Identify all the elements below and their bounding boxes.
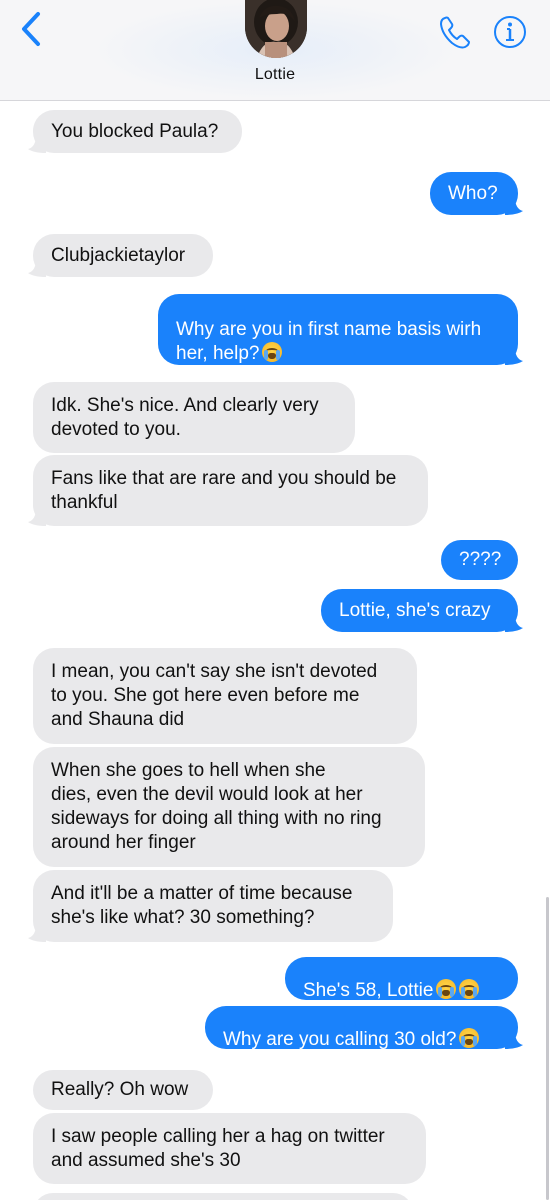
call-button[interactable] bbox=[438, 14, 472, 50]
message-text: Clubjackietaylor bbox=[51, 244, 186, 266]
bubble-tail bbox=[28, 135, 46, 153]
message-bubble[interactable]: Clubjackietaylor bbox=[28, 234, 213, 277]
contact-name[interactable]: Lottie bbox=[0, 66, 550, 84]
message-text: Why are you calling 30 old? bbox=[223, 1028, 457, 1050]
message-bubble[interactable]: Who? bbox=[430, 172, 523, 215]
bubble-tail bbox=[28, 508, 46, 526]
phone-icon bbox=[440, 16, 470, 49]
crying-face-emoji bbox=[459, 978, 480, 999]
message-text: Who? bbox=[448, 182, 498, 204]
message-text: Idk. She's nice. And clearly very devote… bbox=[51, 394, 319, 440]
crying-face-emoji bbox=[262, 341, 283, 362]
bubble-tail bbox=[28, 924, 46, 942]
message-text: I saw people calling her a hag on twitte… bbox=[51, 1125, 385, 1171]
bubble-tail bbox=[505, 614, 523, 632]
message-bubble[interactable]: When she goes to hell when she dies, eve… bbox=[33, 747, 425, 867]
crying-face-emoji bbox=[436, 978, 457, 999]
message-bubble[interactable]: You blocked Paula? bbox=[28, 110, 242, 153]
conversation-header: Lottie bbox=[0, 0, 550, 101]
scrollbar[interactable] bbox=[546, 897, 549, 1200]
bubble-tail bbox=[505, 1031, 523, 1049]
message-bubble[interactable]: Lottie, she's crazy bbox=[321, 589, 523, 632]
message-text: ???? bbox=[459, 549, 502, 570]
message-text: I mean, you can't say she isn't devoted … bbox=[51, 661, 378, 730]
message-text: And it'll be a matter of time because sh… bbox=[51, 883, 353, 928]
message-text: Lottie, she's crazy bbox=[339, 599, 491, 621]
message-bubble[interactable]: And it'll be a matter of time because sh… bbox=[28, 870, 393, 942]
crying-face-emoji bbox=[459, 1027, 480, 1048]
message-content: Why are you calling 30 old? bbox=[223, 1004, 480, 1052]
message-content: She's 58, Lottie bbox=[303, 955, 480, 1003]
message-bubble[interactable]: Fans like that are rare and you should b… bbox=[28, 455, 428, 526]
chevron-left-icon bbox=[22, 12, 40, 46]
message-bubble[interactable]: She's 58, Lottie bbox=[285, 955, 518, 1003]
message-bubble[interactable]: Idk. She's nice. And clearly very devote… bbox=[33, 382, 355, 453]
message-text: Fans like that are rare and you should b… bbox=[51, 467, 397, 513]
bubble-tail bbox=[505, 197, 523, 215]
message-bubble[interactable] bbox=[33, 1193, 413, 1200]
message-text: Really? Oh wow bbox=[51, 1079, 189, 1100]
message-bubble[interactable]: Really? Oh wow bbox=[33, 1070, 213, 1110]
message-text: When she goes to hell when she dies, eve… bbox=[51, 760, 382, 853]
message-bubble[interactable]: Why are you calling 30 old? bbox=[205, 1004, 523, 1052]
message-text: She's 58, Lottie bbox=[303, 979, 434, 1001]
message-bubble[interactable]: ???? bbox=[441, 540, 518, 580]
message-content: Why are you in first name basis wirh her… bbox=[176, 294, 481, 366]
bubble-tail bbox=[28, 259, 46, 277]
message-bubble[interactable]: I saw people calling her a hag on twitte… bbox=[33, 1113, 426, 1184]
info-button[interactable] bbox=[492, 14, 528, 50]
message-text: Why are you in first name basis wirh her… bbox=[176, 318, 482, 364]
message-bubble[interactable]: Why are you in first name basis wirh her… bbox=[158, 294, 523, 366]
message-bubble[interactable]: I mean, you can't say she isn't devoted … bbox=[33, 648, 417, 744]
info-icon bbox=[494, 16, 526, 48]
message-text: You blocked Paula? bbox=[51, 120, 219, 142]
back-button[interactable] bbox=[18, 10, 48, 48]
bubble-tail bbox=[505, 347, 523, 365]
message-thread[interactable]: You blocked Paula? Who? Clubjackietaylor… bbox=[0, 101, 550, 1200]
